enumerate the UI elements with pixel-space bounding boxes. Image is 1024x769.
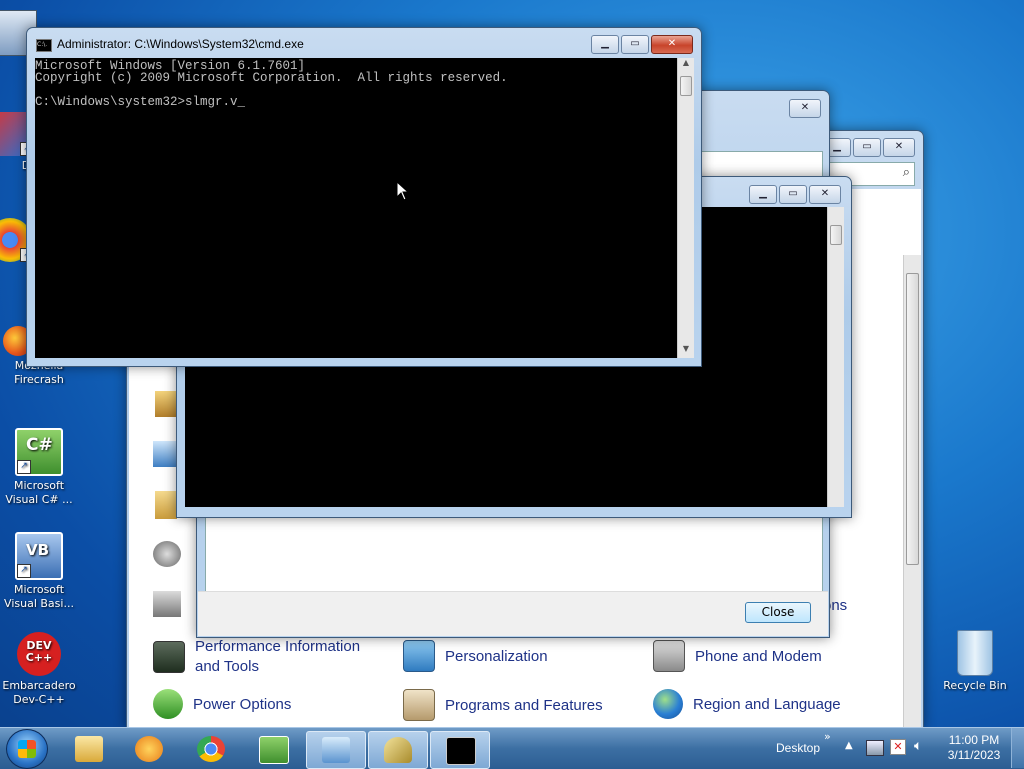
cp-partial-icon <box>153 591 181 617</box>
media-player-icon <box>135 736 163 762</box>
desktop-icon-devcpp[interactable]: DEV C++ Embarcadero Dev-C++ <box>1 632 77 707</box>
recycle-bin-icon <box>957 630 993 676</box>
desktop-toolbar-label[interactable]: Desktop <box>776 741 820 755</box>
taskbar-control-panel[interactable] <box>306 731 366 769</box>
desktop-icon-label: Microsoft Visual Basi... <box>4 583 74 610</box>
network-icon[interactable] <box>866 740 884 756</box>
close-button[interactable]: ✕ <box>809 185 841 204</box>
control-panel-icon <box>322 737 350 763</box>
cp-item-phone-modem[interactable]: Phone and Modem <box>653 640 822 672</box>
maximize-button[interactable]: ▭ <box>621 35 649 54</box>
clock[interactable]: 11:00 PM 3/11/2023 <box>940 733 1008 763</box>
cp-partial-icon <box>153 441 177 467</box>
scroll-up-arrow[interactable]: ▲ <box>678 58 694 72</box>
clock-date: 3/11/2023 <box>947 748 1001 762</box>
key-icon <box>384 737 412 763</box>
csharp-icon <box>259 736 289 764</box>
vb-icon: VB ↗ <box>15 532 63 580</box>
cmd-scrollbar[interactable]: ▲ ▼ <box>677 58 694 358</box>
close-button[interactable]: ✕ <box>883 138 915 157</box>
maximize-button[interactable]: ▭ <box>779 185 807 204</box>
console2-window-buttons: ▁ ▭ ✕ <box>749 185 841 204</box>
taskbar-key-tool[interactable] <box>368 731 428 769</box>
vb-badge: VB <box>26 541 50 559</box>
desktop-icon-visual-csharp[interactable]: C# ↗ Microsoft Visual C# ... <box>1 428 77 507</box>
taskbar-chrome[interactable] <box>182 731 240 767</box>
toolbar-chevron-icon[interactable]: » <box>824 730 831 743</box>
personalization-icon <box>403 640 435 672</box>
cmd-window-buttons: ▁ ▭ ✕ <box>591 35 693 54</box>
desktop-icon-label: Recycle Bin <box>943 679 1007 692</box>
show-hidden-icons-button[interactable]: ▲ <box>845 740 853 751</box>
scroll-down-arrow[interactable]: ▼ <box>678 344 694 358</box>
control-panel-scrollbar[interactable] <box>903 255 921 727</box>
search-icon: ⌕ <box>902 165 910 180</box>
cp-item-label: Power Options <box>193 695 292 713</box>
cp-item-label: Personalization <box>445 647 548 665</box>
cp-partial-icon <box>155 491 177 519</box>
phone-modem-icon <box>653 640 685 672</box>
cp-item-performance[interactable]: Performance Information and Tools <box>153 637 393 677</box>
mouse-cursor-icon <box>396 181 410 201</box>
cp-item-label: Performance Information and Tools <box>195 638 361 675</box>
desktop-icon-label: Embarcadero Dev-C++ <box>2 679 76 706</box>
cp-item-region[interactable]: Region and Language <box>653 689 841 719</box>
minimize-button[interactable]: ▁ <box>591 35 619 54</box>
action-center-icon[interactable]: ✕ <box>890 739 906 755</box>
power-icon <box>153 689 183 719</box>
cp-item-programs[interactable]: Programs and Features <box>403 689 603 721</box>
cp-item-label: Region and Language <box>693 695 841 713</box>
programs-icon <box>403 689 435 721</box>
region-icon <box>653 689 683 719</box>
console2-scrollbar[interactable] <box>827 207 844 507</box>
taskbar-cmd[interactable] <box>430 731 490 769</box>
csharp-icon: C# ↗ <box>15 428 63 476</box>
dialog-window-buttons: ✕ <box>789 99 821 118</box>
devcpp-icon: DEV C++ <box>17 632 61 676</box>
csharp-badge: C# <box>26 435 53 455</box>
cp-partial-icon <box>155 391 177 417</box>
cp-item-personalization[interactable]: Personalization <box>403 640 548 672</box>
cmd-window-title: Administrator: C:\Windows\System32\cmd.e… <box>57 37 304 51</box>
performance-icon <box>153 641 185 673</box>
dialog-footer: Close <box>198 591 828 636</box>
close-button[interactable]: ✕ <box>789 99 821 118</box>
minimize-button[interactable]: ▁ <box>749 185 777 204</box>
start-button[interactable] <box>6 729 48 769</box>
cp-item-power[interactable]: Power Options <box>153 689 291 719</box>
cmd-icon <box>446 737 476 765</box>
cmd-window[interactable]: C:\. Administrator: C:\Windows\System32\… <box>26 27 702 367</box>
folder-icon <box>75 736 103 762</box>
cp-item-label: Programs and Features <box>445 696 603 714</box>
taskbar: Desktop » ▲ ✕ 🔈︎ 11:00 PM 3/11/2023 <box>0 727 1024 769</box>
show-desktop-button[interactable] <box>1011 728 1024 768</box>
scrollbar-thumb[interactable] <box>680 76 692 96</box>
console-prompt-line[interactable]: C:\Windows\system32>slmgr.v_ <box>35 96 675 109</box>
cp-partial-icon <box>153 541 181 567</box>
cmd-console[interactable]: Microsoft Windows [Version 6.1.7601] Cop… <box>35 58 677 358</box>
chrome-icon <box>197 736 225 762</box>
taskbar-media-player[interactable] <box>120 731 178 767</box>
devcpp-badge: DEV C++ <box>25 639 53 664</box>
desktop-icon-visual-basic[interactable]: VB ↗ Microsoft Visual Basi... <box>1 532 77 611</box>
cmd-title-icon: C:\. <box>36 39 52 52</box>
control-panel-window-buttons: ▁ ▭ ✕ <box>823 138 915 157</box>
desktop-icon-label: Microsoft Visual C# ... <box>5 479 73 506</box>
taskbar-visual-csharp[interactable] <box>244 731 302 767</box>
console-line: Copyright (c) 2009 Microsoft Corporation… <box>35 71 508 85</box>
taskbar-explorer[interactable] <box>60 731 118 767</box>
desktop-icon-recycle-bin[interactable]: Recycle Bin <box>937 630 1013 693</box>
windows-logo-icon <box>18 740 36 758</box>
close-dialog-button[interactable]: Close <box>745 602 811 623</box>
volume-icon[interactable]: 🔈︎ <box>914 738 922 754</box>
clock-time: 11:00 PM <box>948 733 1000 747</box>
cp-item-label: Phone and Modem <box>695 647 822 665</box>
maximize-button[interactable]: ▭ <box>853 138 881 157</box>
scrollbar-thumb[interactable] <box>830 225 842 245</box>
close-button[interactable]: ✕ <box>651 35 693 54</box>
scrollbar-thumb[interactable] <box>906 273 919 565</box>
